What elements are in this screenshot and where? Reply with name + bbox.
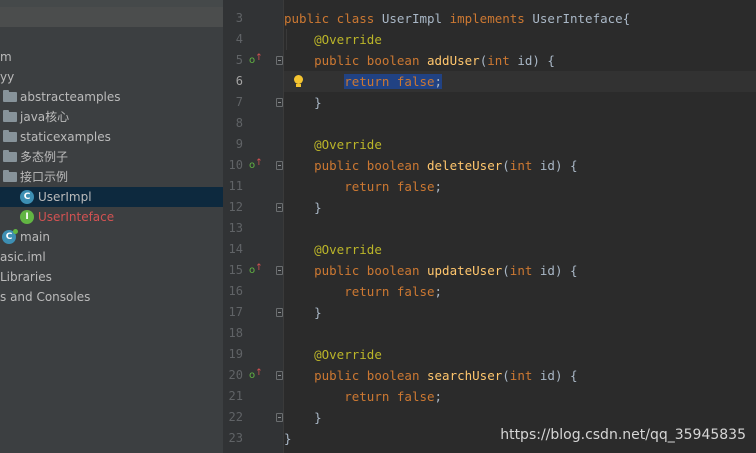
tree-item-label: abstracteamples [20,90,121,104]
tree-item-label: yy [0,70,15,84]
tree-item-scratches-consoles[interactable]: s and Consoles [0,287,223,307]
code-line[interactable]: } [284,92,756,113]
tree-item-label: s and Consoles [0,290,91,304]
project-tool-window: m yy abstracteamples java核心 staticexampl… [0,0,223,453]
line-number: 7 [235,95,243,109]
tree-item-polymorphism-examples[interactable]: 多态例子 [0,147,223,167]
tree-item-staticexamples[interactable]: staticexamples [0,127,223,147]
code-line[interactable] [284,113,756,134]
tree-item-label: Libraries [0,270,52,284]
package-folder-icon [3,150,17,162]
tree-item-label: m [0,50,12,64]
tree-item-java-core[interactable]: java核心 [0,107,223,127]
tree-item-userinteface[interactable]: I UserInteface [0,207,223,227]
code-area[interactable]: public class UserImpl implements UserInt… [284,0,756,453]
implements-method-icon[interactable]: o↑ [249,50,263,72]
code-line[interactable]: public boolean updateUser(int id) { [284,260,756,281]
tree-item-label: main [20,230,50,244]
interface-icon: I [20,210,34,224]
code-line[interactable]: public class UserImpl implements UserInt… [284,8,756,29]
package-folder-icon [3,110,17,122]
package-folder-icon [3,130,17,142]
line-number: 17 [228,305,243,319]
implements-method-icon[interactable]: o↑ [249,260,263,282]
tree-item-iml-file[interactable]: asic.iml [0,247,223,267]
package-folder-icon [3,170,17,182]
fold-marker-icon[interactable] [276,98,283,107]
line-number: 9 [235,137,243,151]
tree-item-label: staticexamples [20,130,111,144]
code-line[interactable]: @Override [284,29,756,50]
tree-item-src[interactable]: yy [0,67,223,87]
code-line[interactable] [284,218,756,239]
line-number: 4 [235,32,243,46]
fold-marker-icon[interactable] [276,56,283,65]
line-number: 20 [228,368,243,382]
code-line[interactable]: @Override [284,134,756,155]
implements-method-icon[interactable]: o↑ [249,155,263,177]
line-number: 19 [228,347,243,361]
tree-item-userimpl[interactable]: C UserImpl [0,187,223,207]
line-number: 6 [235,74,243,88]
current-code-line[interactable]: return false; [284,71,756,92]
package-folder-icon [3,90,17,102]
lightbulb-icon[interactable] [294,75,303,87]
main-class-icon: C [2,229,18,244]
line-number: 16 [228,284,243,298]
tree-item-external-libraries[interactable]: Libraries [0,267,223,287]
code-line[interactable]: return false; [284,176,756,197]
fold-marker-icon[interactable] [276,371,283,380]
line-number: 5 [235,53,243,67]
line-number: 18 [228,326,243,340]
code-line[interactable]: public boolean deleteUser(int id) { [284,155,756,176]
code-line[interactable]: return false; [284,281,756,302]
tree-item-label: asic.iml [0,250,46,264]
class-icon: C [20,190,34,204]
sidebar-project-header[interactable] [0,7,223,27]
fold-marker-icon[interactable] [276,266,283,275]
code-line[interactable]: @Override [284,344,756,365]
tree-item-label: 多态例子 [20,150,69,164]
selected-text[interactable]: return false; [344,74,443,89]
line-number: 8 [235,116,243,130]
tree-item-label: 接口示例 [20,170,69,184]
watermark-url: https://blog.csdn.net/qq_35945835 [500,427,746,443]
tree-item-main[interactable]: C main [0,227,223,247]
fold-marker-icon[interactable] [276,308,283,317]
line-number: 10 [228,158,243,172]
line-number: 21 [228,389,243,403]
tree-item-label: UserInteface [38,210,115,224]
line-number: 23 [228,431,243,445]
line-number: 3 [235,11,243,25]
code-line[interactable]: @Override [284,239,756,260]
code-line[interactable]: public boolean searchUser(int id) { [284,365,756,386]
editor-gutter: 3 4 5 o↑ 6 7 8 9 10 o↑ 11 12 13 14 15 o↑ 16… [223,0,284,453]
fold-marker-icon[interactable] [276,161,283,170]
code-editor[interactable]: 3 4 5 o↑ 6 7 8 9 10 o↑ 11 12 13 14 15 o↑ 16… [223,0,756,453]
line-number: 11 [228,179,243,193]
tree-item-project[interactable]: m [0,47,223,67]
sidebar-top-strip [0,0,223,7]
implements-method-icon[interactable]: o↑ [249,365,263,387]
code-line[interactable]: return false; [284,386,756,407]
code-line[interactable]: } [284,197,756,218]
code-line[interactable]: } [284,407,756,428]
line-number: 13 [228,221,243,235]
tree-item-label: UserImpl [38,190,92,204]
line-number: 14 [228,242,243,256]
tree-item-abstracteamples[interactable]: abstracteamples [0,87,223,107]
line-number: 12 [228,200,243,214]
code-line[interactable]: public boolean addUser(int id) { [284,50,756,71]
fold-marker-icon[interactable] [276,413,283,422]
line-number: 22 [228,410,243,424]
tree-item-label: java核心 [20,110,70,124]
code-line[interactable] [284,323,756,344]
code-line[interactable]: } [284,302,756,323]
line-number: 15 [228,263,243,277]
tree-item-interface-examples[interactable]: 接口示例 [0,167,223,187]
fold-marker-icon[interactable] [276,203,283,212]
